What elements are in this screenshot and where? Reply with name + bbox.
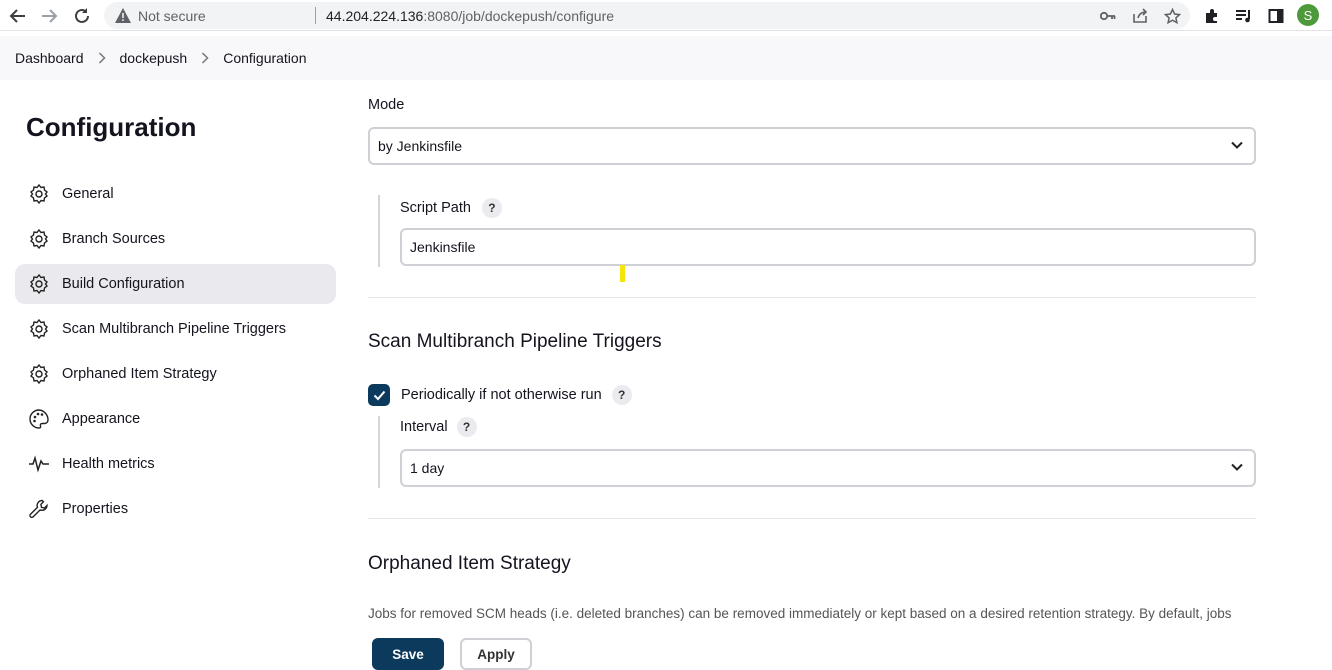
url-path: :8080/job/dockepush/configure xyxy=(423,8,615,24)
wrench-icon xyxy=(28,498,50,520)
interval-select-value: 1 day xyxy=(410,460,445,476)
mode-select[interactable]: by Jenkinsfile xyxy=(368,127,1256,165)
chevron-down-icon xyxy=(1230,460,1244,477)
periodic-checkbox[interactable] xyxy=(368,384,390,406)
gear-icon xyxy=(28,273,50,295)
sidebar-item-label: Appearance xyxy=(62,411,141,427)
key-icon[interactable] xyxy=(1098,6,1118,26)
mode-label: Mode xyxy=(368,97,405,113)
breadcrumb-configuration[interactable]: Configuration xyxy=(223,50,306,66)
chevron-right-icon xyxy=(98,52,106,64)
text-cursor-highlight xyxy=(620,265,625,282)
profile-avatar[interactable]: S xyxy=(1297,4,1319,26)
star-icon[interactable] xyxy=(1162,6,1182,26)
sidebar-item-health-metrics[interactable]: Health metrics xyxy=(15,444,336,484)
gear-icon xyxy=(28,363,50,385)
forward-arrow-icon[interactable] xyxy=(38,5,60,27)
nested-section-bar xyxy=(378,416,380,488)
periodic-label[interactable]: Periodically if not otherwise run xyxy=(401,387,602,403)
palette-icon xyxy=(28,408,50,430)
breadcrumb-dashboard[interactable]: Dashboard xyxy=(15,50,84,66)
apply-button[interactable]: Apply xyxy=(460,638,532,670)
address-bar[interactable]: Not secure 44.204.224.136:8080/job/docke… xyxy=(104,2,1190,29)
orphaned-section-title: Orphaned Item Strategy xyxy=(368,553,571,574)
warning-icon[interactable] xyxy=(114,7,132,29)
sidebar-item-build-configuration[interactable]: Build Configuration xyxy=(15,264,336,304)
periodic-label-row: Periodically if not otherwise run ? xyxy=(401,385,632,405)
sidebar-item-branch-sources[interactable]: Branch Sources xyxy=(15,219,336,259)
sidebar-item-label: Build Configuration xyxy=(62,276,185,292)
interval-label-row: Interval ? xyxy=(400,417,477,437)
mode-select-value: by Jenkinsfile xyxy=(378,138,463,154)
reload-icon[interactable] xyxy=(71,5,93,27)
help-icon[interactable]: ? xyxy=(611,385,632,405)
security-status[interactable]: Not secure xyxy=(138,8,206,24)
gear-icon xyxy=(28,183,50,205)
script-path-label-row: Script Path ? xyxy=(400,198,502,218)
sidebar-item-orphaned-item-strategy[interactable]: Orphaned Item Strategy xyxy=(15,354,336,394)
breadcrumb: Dashboard dockepush Configuration xyxy=(0,36,1332,80)
script-path-label: Script Path xyxy=(400,200,471,216)
interval-select[interactable]: 1 day xyxy=(400,449,1256,487)
section-divider xyxy=(368,297,1256,298)
sidebar-item-label: Scan Multibranch Pipeline Triggers xyxy=(62,321,287,337)
sidebar-item-label: Orphaned Item Strategy xyxy=(62,366,217,382)
media-queue-icon[interactable] xyxy=(1233,5,1255,27)
help-icon[interactable]: ? xyxy=(456,417,477,437)
sidebar-item-appearance[interactable]: Appearance xyxy=(15,399,336,439)
interval-label: Interval xyxy=(400,419,448,435)
extensions-icon[interactable] xyxy=(1201,5,1223,27)
share-icon[interactable] xyxy=(1130,6,1150,26)
pulse-icon xyxy=(28,453,50,475)
back-arrow-icon[interactable] xyxy=(7,5,29,27)
help-icon[interactable]: ? xyxy=(481,198,502,218)
sidebar-item-label: Health metrics xyxy=(62,456,155,472)
sidebar-item-label: General xyxy=(62,186,114,202)
sidebar-item-scan-triggers[interactable]: Scan Multibranch Pipeline Triggers xyxy=(15,309,336,349)
chevron-down-icon xyxy=(1230,138,1244,155)
section-divider xyxy=(368,518,1256,519)
breadcrumb-job[interactable]: dockepush xyxy=(120,50,188,66)
page-title: Configuration xyxy=(26,112,197,142)
sidebar-item-label: Properties xyxy=(62,501,129,517)
url-host: 44.204.224.136 xyxy=(326,8,424,24)
save-button[interactable]: Save xyxy=(372,638,444,670)
divider xyxy=(315,7,316,24)
sidebar-item-label: Branch Sources xyxy=(62,231,166,247)
sidebar-item-general[interactable]: General xyxy=(15,174,336,214)
chevron-right-icon xyxy=(201,52,209,64)
script-path-input[interactable]: Jenkinsfile xyxy=(400,228,1256,266)
nested-section-bar xyxy=(378,195,380,267)
gear-icon xyxy=(28,228,50,250)
browser-toolbar: Not secure 44.204.224.136:8080/job/docke… xyxy=(0,0,1332,31)
orphaned-description: Jobs for removed SCM heads (i.e. deleted… xyxy=(368,606,1232,621)
url-text[interactable]: 44.204.224.136:8080/job/dockepush/config… xyxy=(326,8,614,24)
script-path-value: Jenkinsfile xyxy=(410,239,476,255)
gear-icon xyxy=(28,318,50,340)
triggers-section-title: Scan Multibranch Pipeline Triggers xyxy=(368,331,662,352)
sidebar-item-properties[interactable]: Properties xyxy=(15,489,336,529)
side-panel-icon[interactable] xyxy=(1265,5,1287,27)
